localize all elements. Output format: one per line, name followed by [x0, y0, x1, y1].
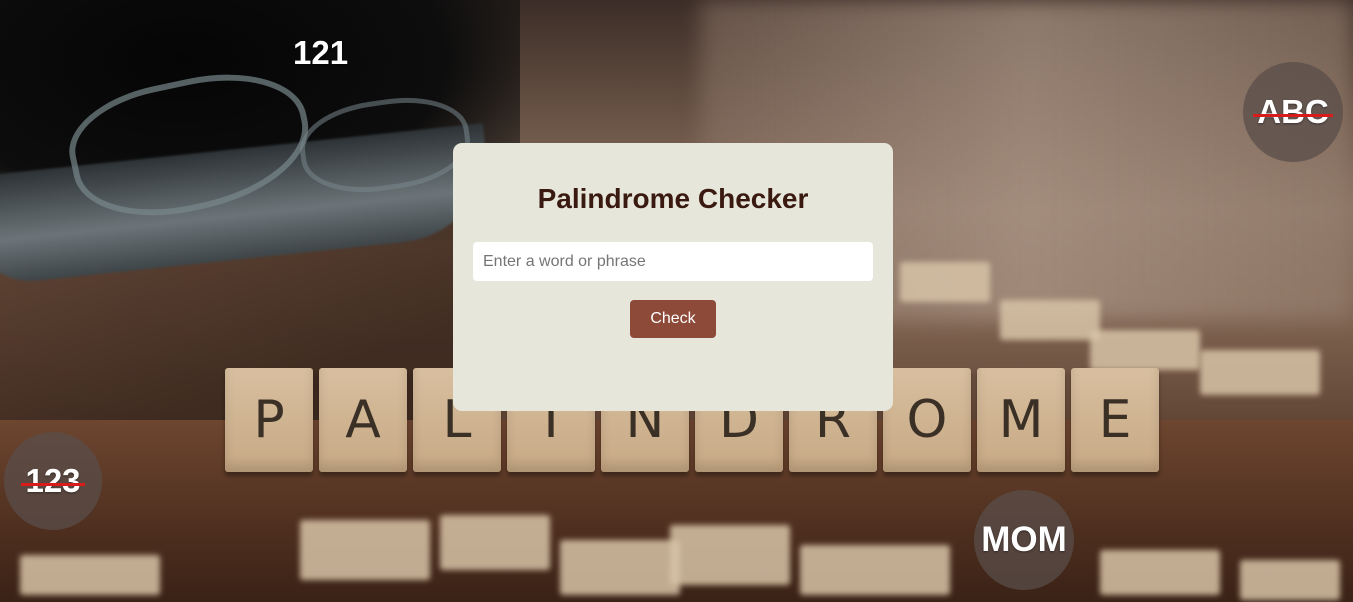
page-title: Palindrome Checker — [537, 183, 809, 214]
background-tile-scatter — [300, 520, 430, 580]
background-tile-scatter — [900, 262, 990, 302]
background-tile-scatter — [670, 525, 790, 585]
word-input[interactable] — [473, 242, 873, 281]
check-button[interactable]: Check — [630, 300, 716, 338]
background-tile-scatter — [1100, 550, 1220, 595]
palindrome-checker-card: Palindrome Checker Check — [453, 143, 893, 411]
background-tile-scatter — [1090, 330, 1200, 370]
letter-tile: P — [225, 368, 313, 472]
background-tile-scatter — [560, 540, 680, 595]
background-tile-scatter — [440, 515, 550, 570]
abc-badge: ABC — [1243, 62, 1343, 162]
mom-badge-label: MOM — [981, 520, 1067, 559]
background-tile-scatter — [1240, 560, 1340, 600]
letter-tile: A — [319, 368, 407, 472]
background-tile-scatter — [1000, 300, 1100, 340]
background-tile-scatter — [800, 545, 950, 595]
number-badge: 123 — [4, 432, 102, 530]
mom-badge: MOM — [974, 490, 1074, 590]
floating-number-121: 121 — [293, 34, 349, 71]
abc-badge-label: ABC — [1253, 93, 1333, 130]
letter-tile: O — [883, 368, 971, 472]
letter-tile: M — [977, 368, 1065, 472]
letter-tile: E — [1071, 368, 1159, 472]
number-badge-label: 123 — [21, 462, 85, 499]
background-tile-scatter — [1200, 350, 1320, 395]
background-tile-scatter — [20, 555, 160, 595]
